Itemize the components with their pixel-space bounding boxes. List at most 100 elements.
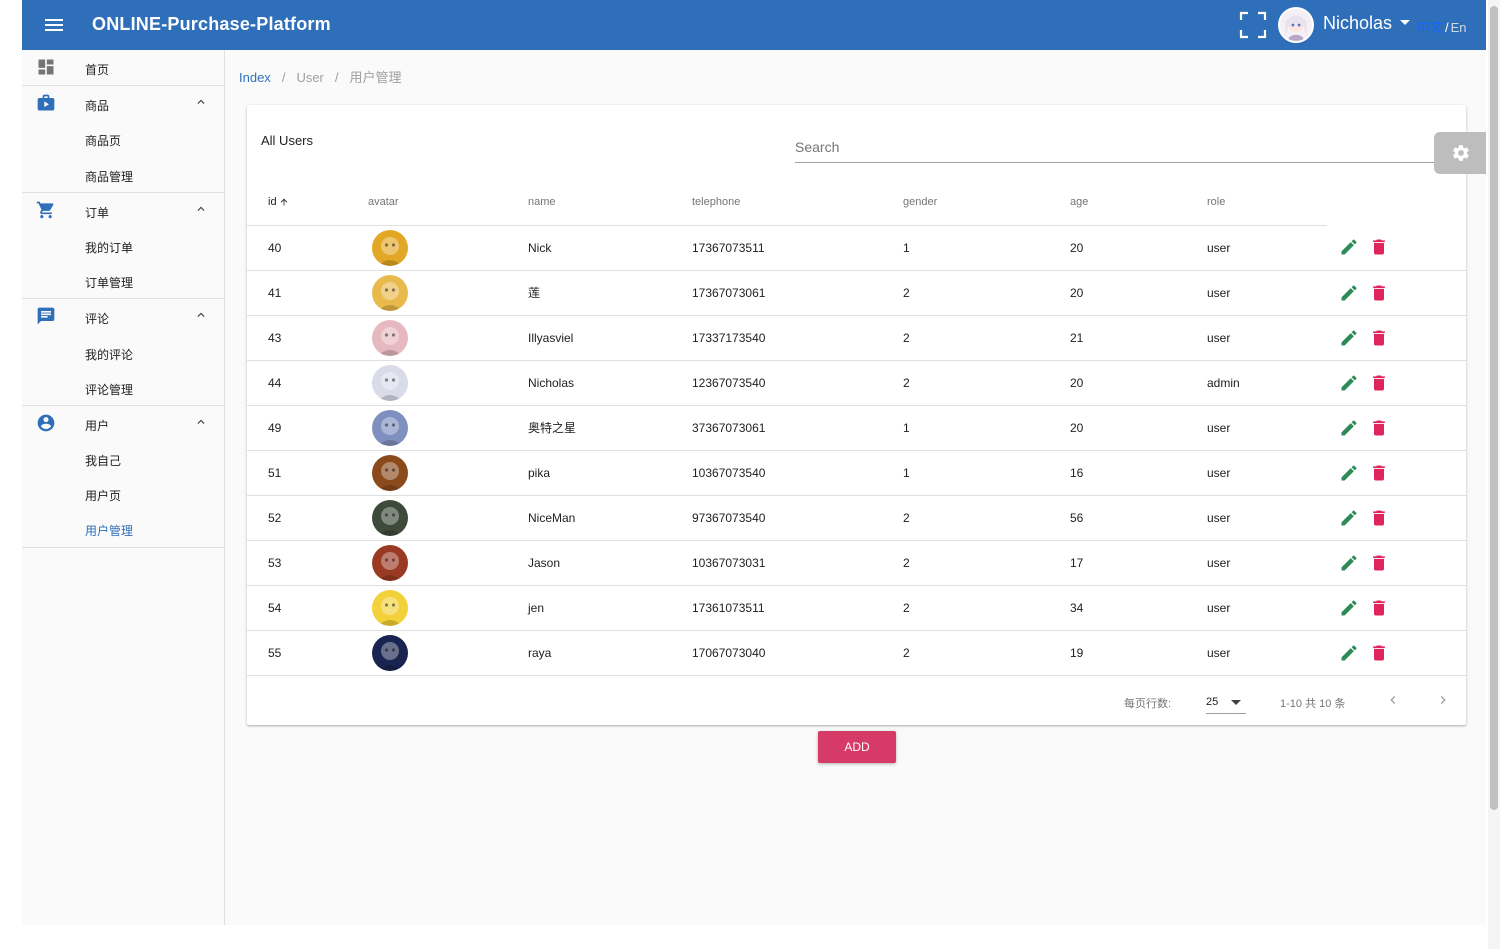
trash-icon[interactable] — [1369, 553, 1389, 573]
column-header-id[interactable]: id — [247, 180, 368, 226]
table-row[interactable]: 53 Jason 10367073031 2 17 user — [247, 540, 1466, 586]
breadcrumb-index-link[interactable]: Index — [239, 70, 271, 85]
lang-en-link[interactable]: En — [1451, 20, 1467, 35]
page-range-text: 1-10 共 10 条 — [1280, 698, 1346, 710]
sidebar-item-products[interactable]: 商品 — [22, 86, 224, 121]
table-body: 40 Nick 17367073511 1 20 user 41 莲 17367073061 2 2… — [247, 225, 1466, 676]
pencil-icon[interactable] — [1339, 598, 1359, 618]
cell-telephone: 17367073511 — [692, 225, 903, 271]
page-scrollbar[interactable] — [1488, 0, 1500, 949]
pencil-icon[interactable] — [1339, 643, 1359, 663]
table-row[interactable]: 41 莲 17367073061 2 20 user — [247, 270, 1466, 316]
avatar — [372, 544, 408, 581]
column-header-role[interactable]: role — [1207, 180, 1327, 226]
trash-icon[interactable] — [1369, 373, 1389, 393]
trash-icon[interactable] — [1369, 463, 1389, 483]
pencil-icon[interactable] — [1339, 418, 1359, 438]
cell-actions — [1327, 225, 1466, 271]
trash-icon[interactable] — [1369, 598, 1389, 618]
user-avatar[interactable] — [1278, 7, 1314, 43]
pencil-icon[interactable] — [1339, 508, 1359, 528]
avatar — [372, 364, 408, 401]
sidebar-item-label: 我的订单 — [85, 240, 134, 255]
user-menu-caret-icon[interactable] — [1400, 20, 1410, 25]
app-window: ONLINE-Purchase-Platform Nicholas 中文 / En — [22, 0, 1486, 925]
add-user-button[interactable]: ADD — [818, 731, 896, 763]
user-name[interactable]: Nicholas — [1323, 13, 1392, 34]
trash-icon[interactable] — [1369, 643, 1389, 663]
table-row[interactable]: 55 raya 17067073040 2 19 user — [247, 630, 1466, 676]
sidebar-item-comment-management[interactable]: 评论管理 — [22, 370, 224, 405]
chevron-up-icon[interactable] — [194, 415, 208, 429]
sidebar-item-user-management[interactable]: 用户管理 — [22, 511, 224, 546]
lang-separator: / — [1445, 20, 1449, 35]
sidebar-item-my-orders[interactable]: 我的订单 — [22, 228, 224, 263]
trash-icon[interactable] — [1369, 418, 1389, 438]
trash-icon[interactable] — [1369, 283, 1389, 303]
sidebar-item-order-management[interactable]: 订单管理 — [22, 263, 224, 298]
cell-role: admin — [1207, 360, 1327, 406]
table-row[interactable]: 44 Nicholas 12367073540 2 20 admin — [247, 360, 1466, 406]
pencil-icon[interactable] — [1339, 237, 1359, 257]
column-header-actions — [1327, 180, 1466, 225]
users-card: All Users id avatar name telephone gende… — [247, 105, 1466, 725]
sidebar-item-my-comments[interactable]: 我的评论 — [22, 335, 224, 370]
fullscreen-icon[interactable] — [1238, 10, 1268, 40]
chevron-up-icon[interactable] — [194, 202, 208, 216]
column-header-name[interactable]: name — [528, 180, 692, 226]
chevron-up-icon[interactable] — [194, 95, 208, 109]
search-input[interactable] — [795, 135, 1415, 159]
cell-gender: 2 — [903, 270, 1070, 316]
cell-actions — [1327, 270, 1466, 316]
table-row[interactable]: 40 Nick 17367073511 1 20 user — [247, 225, 1466, 271]
sidebar-item-home[interactable]: 首页 — [22, 50, 224, 85]
trash-icon[interactable] — [1369, 237, 1389, 257]
settings-drawer-tab[interactable] — [1434, 132, 1486, 174]
menu-icon[interactable] — [42, 13, 66, 37]
table-row[interactable]: 43 Illyasviel 17337173540 2 21 user — [247, 315, 1466, 361]
rows-per-page-select[interactable]: 25 — [1206, 688, 1246, 714]
trash-icon[interactable] — [1369, 328, 1389, 348]
pagination: 每页行数: 25 1-10 共 10 条 — [247, 680, 1466, 725]
cell-id: 41 — [247, 270, 368, 316]
avatar — [372, 589, 408, 626]
table-row[interactable]: 52 NiceMan 97367073540 2 56 user — [247, 495, 1466, 541]
sidebar-item-user-page[interactable]: 用户页 — [22, 476, 224, 511]
pencil-icon[interactable] — [1339, 553, 1359, 573]
column-header-gender[interactable]: gender — [903, 180, 1070, 226]
pencil-icon[interactable] — [1339, 283, 1359, 303]
cell-id: 43 — [247, 315, 368, 361]
product-icon — [36, 93, 56, 113]
sidebar-item-product-management[interactable]: 商品管理 — [22, 157, 224, 192]
cell-age: 56 — [1070, 495, 1207, 541]
cell-id: 40 — [247, 225, 368, 271]
column-header-avatar[interactable]: avatar — [368, 180, 528, 226]
sidebar-item-comments[interactable]: 评论 — [22, 299, 224, 334]
chevron-up-icon[interactable] — [194, 308, 208, 322]
chevron-right-icon[interactable] — [1435, 692, 1451, 708]
card-title: All Users — [261, 133, 314, 148]
sidebar-item-product-page[interactable]: 商品页 — [22, 121, 224, 156]
cell-name: 莲 — [528, 270, 692, 316]
column-header-age[interactable]: age — [1070, 180, 1207, 226]
avatar — [372, 499, 408, 536]
cell-avatar — [368, 450, 528, 496]
sidebar-item-label: 商品管理 — [85, 169, 134, 184]
pencil-icon[interactable] — [1339, 328, 1359, 348]
sidebar-item-users[interactable]: 用户 — [22, 406, 224, 441]
pencil-icon[interactable] — [1339, 373, 1359, 393]
cell-age: 17 — [1070, 540, 1207, 586]
sidebar-item-orders[interactable]: 订单 — [22, 193, 224, 228]
column-header-telephone[interactable]: telephone — [692, 180, 903, 226]
pencil-icon[interactable] — [1339, 463, 1359, 483]
avatar — [372, 274, 408, 311]
sidebar-item-myself[interactable]: 我自己 — [22, 441, 224, 476]
trash-icon[interactable] — [1369, 508, 1389, 528]
scrollbar-thumb[interactable] — [1490, 6, 1498, 810]
chevron-left-icon[interactable] — [1385, 692, 1401, 708]
table-row[interactable]: 51 pika 10367073540 1 16 user — [247, 450, 1466, 496]
table-row[interactable]: 54 jen 17361073511 2 34 user — [247, 585, 1466, 631]
table-row[interactable]: 49 奥特之星 37367073061 1 20 user — [247, 405, 1466, 451]
sidebar-item-label: 评论管理 — [85, 382, 134, 397]
lang-zh-link[interactable]: 中文 — [1417, 20, 1443, 35]
